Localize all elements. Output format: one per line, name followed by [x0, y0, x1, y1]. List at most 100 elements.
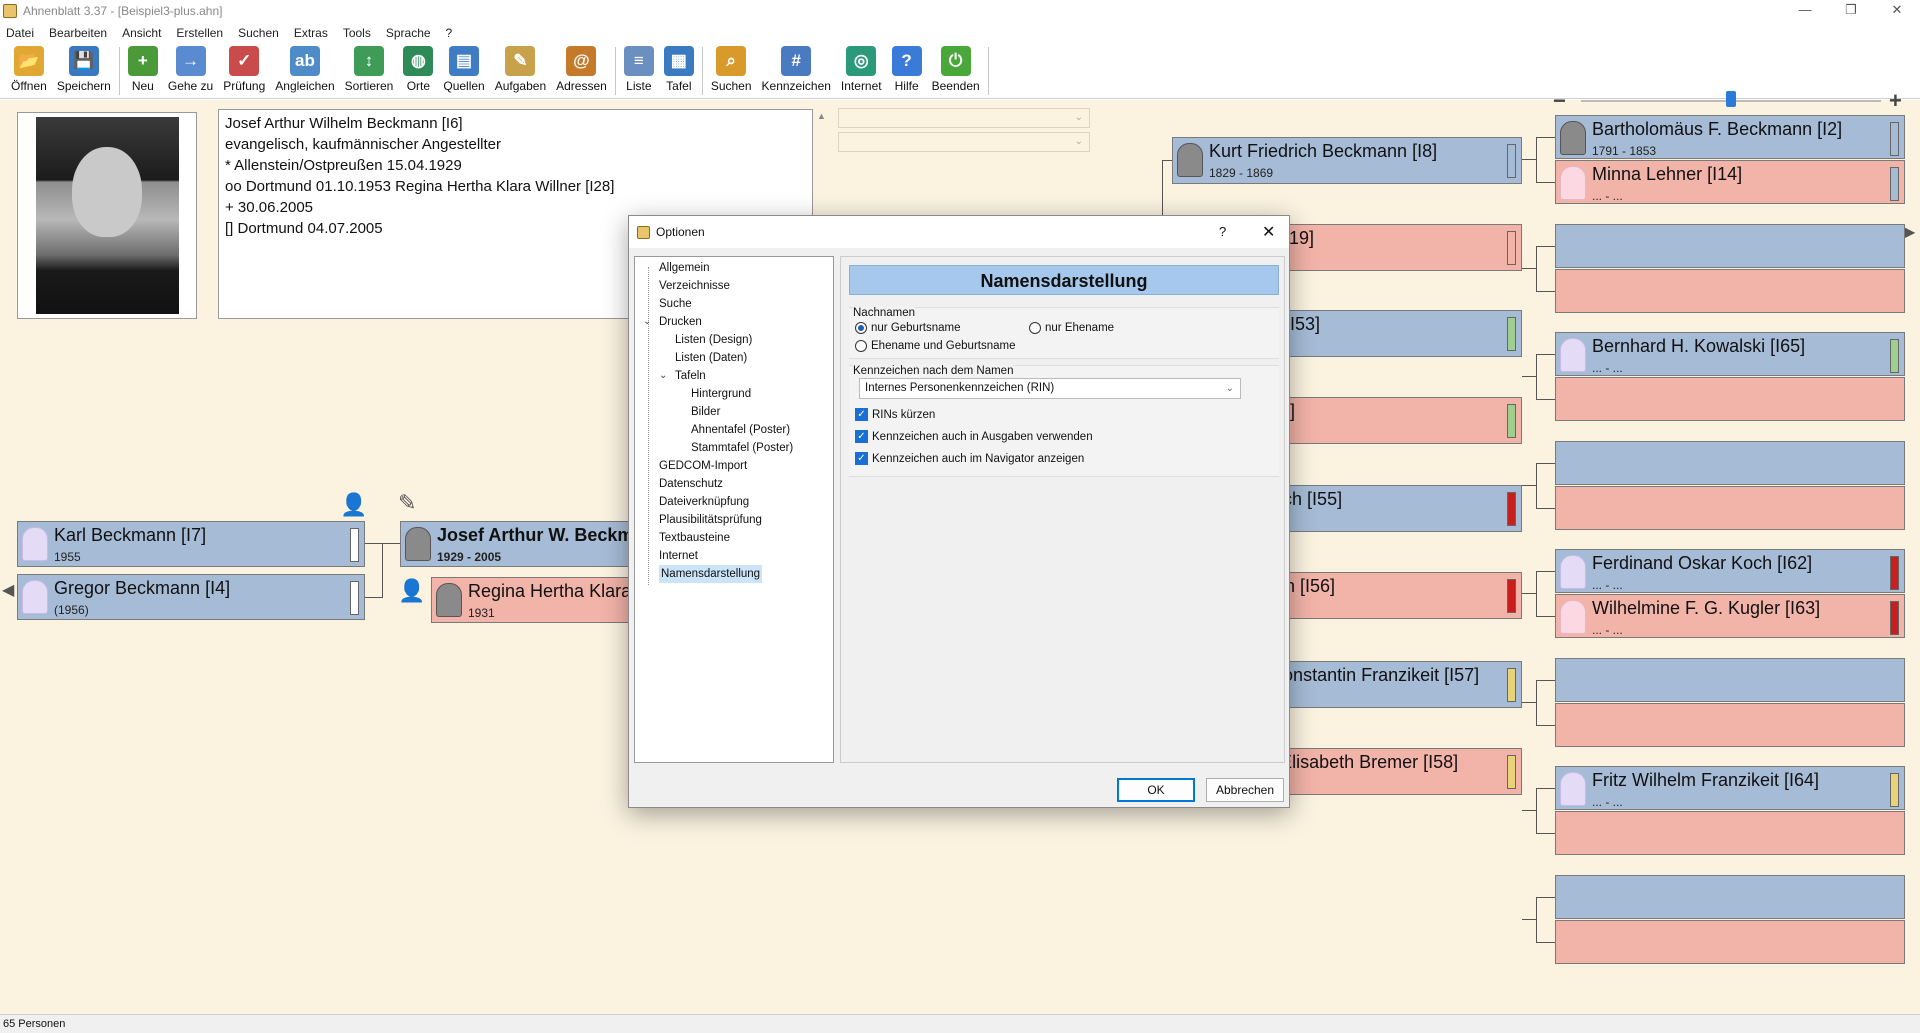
kennzeichen-select[interactable]: Internes Personenkennzeichen (RIN) ⌄ — [859, 378, 1241, 399]
restore-button[interactable]: ❐ — [1828, 0, 1874, 22]
nav-item-listen-daten-[interactable]: Listen (Daten) — [635, 349, 833, 367]
nav-item-tafeln[interactable]: ⌄ Tafeln — [635, 367, 833, 385]
add-person-icon[interactable]: 👤 — [340, 492, 367, 518]
nav-item-label: Allgemein — [659, 262, 710, 274]
toolbar-button-kennzeichen[interactable]: # Kennzeichen — [757, 43, 836, 97]
menu-tools[interactable]: Tools — [343, 26, 371, 40]
menu-bearbeiten[interactable]: Bearbeiten — [49, 26, 107, 40]
toolbar-button-beenden[interactable]: ⏻ Beenden — [927, 43, 985, 97]
person-card[interactable]: Wilhelmine F. G. Kugler [I63] ... - ... — [1555, 594, 1905, 638]
nav-item-bilder[interactable]: Bilder — [635, 403, 833, 421]
person-photo[interactable] — [17, 112, 197, 319]
person-card[interactable]: Fritz Wilhelm Franzikeit [I64] ... - ... — [1555, 766, 1905, 810]
nav-item-verzeichnisse[interactable]: Verzeichnisse — [635, 277, 833, 295]
zoom-in-button[interactable]: + — [1889, 88, 1902, 114]
person-card[interactable]: Karl Beckmann [I7] 1955 — [17, 521, 365, 567]
person-card[interactable] — [1555, 875, 1905, 919]
nav-item-dateiverknüpfung[interactable]: Dateiverknüpfung — [635, 493, 833, 511]
nav-item-drucken[interactable]: ⌄ Drucken — [635, 313, 833, 331]
toolbar-button-orte[interactable]: ◍ Orte — [398, 43, 438, 97]
status-bar-indicator — [1507, 317, 1516, 351]
person-name: Gregor Beckmann [I4] — [54, 578, 231, 598]
status-person-count: 65 Personen — [3, 1018, 66, 1030]
person-card[interactable]: Kurt Friedrich Beckmann [I8] 1829 - 1869 — [1172, 137, 1522, 184]
toolbar-button-aufgaben[interactable]: ✎ Aufgaben — [490, 43, 551, 97]
nav-item-listen-design-[interactable]: Listen (Design) — [635, 331, 833, 349]
tree-connector-line — [1536, 725, 1555, 726]
person-card[interactable] — [1555, 441, 1905, 485]
radio-ehename-und-geburtsname[interactable]: Ehename und Geburtsname — [855, 340, 1015, 352]
person-photo-thumb — [1177, 143, 1203, 177]
nav-item-hintergrund[interactable]: Hintergrund — [635, 385, 833, 403]
radio-nur-geburtsname[interactable]: nur Geburtsname — [855, 322, 961, 334]
nav-item-gedcom-import[interactable]: GEDCOM-Import — [635, 457, 833, 475]
person-card[interactable]: Gregor Beckmann [I4] (1956) — [17, 574, 365, 620]
menu-help[interactable]: ? — [446, 26, 453, 40]
nav-item-namensdarstellung[interactable]: Namensdarstellung — [635, 565, 833, 583]
toolbar-separator — [614, 47, 616, 95]
expand-chevron-icon[interactable]: ⌄ — [659, 367, 667, 385]
dialog-close-button[interactable]: ✕ — [1262, 222, 1275, 242]
scroll-left-arrow-icon[interactable]: ◀ — [2, 580, 14, 600]
add-partner-icon[interactable]: 👤 — [398, 578, 425, 604]
checkbox-kennzeichen-navigator[interactable]: ✓ Kennzeichen auch im Navigator anzeigen — [855, 452, 1084, 465]
zoom-slider-thumb[interactable] — [1726, 91, 1736, 107]
dialog-title-bar: Optionen ? ✕ — [629, 216, 1289, 248]
radio-nur-ehename[interactable]: nur Ehename — [1029, 322, 1114, 334]
toolbar-button-quellen[interactable]: ▤ Quellen — [438, 43, 489, 97]
person-card[interactable] — [1555, 920, 1905, 964]
toolbar-button-öffnen[interactable]: 📂 Öffnen — [6, 43, 52, 97]
nav-item-internet[interactable]: Internet — [635, 547, 833, 565]
toolbar-button-hilfe[interactable]: ? Hilfe — [887, 43, 927, 97]
nav-item-plausibilitätsprüfung[interactable]: Plausibilitätsprüfung — [635, 511, 833, 529]
person-card[interactable]: Ferdinand Oskar Koch [I62] ... - ... — [1555, 549, 1905, 593]
scroll-up-icon[interactable]: ▲ — [814, 111, 829, 121]
menu-sprache[interactable]: Sprache — [386, 26, 431, 40]
nav-item-suche[interactable]: Suche — [635, 295, 833, 313]
checkbox-kennzeichen-ausgaben[interactable]: ✓ Kennzeichen auch in Ausgaben verwenden — [855, 430, 1093, 443]
person-card[interactable] — [1555, 658, 1905, 702]
toolbar-button-sortieren[interactable]: ↕ Sortieren — [340, 43, 399, 97]
minimize-button[interactable]: — — [1782, 0, 1828, 22]
toolbar-button-internet[interactable]: ◎ Internet — [836, 43, 887, 97]
person-card[interactable]: Bartholomäus F. Beckmann [I2] 1791 - 1853 — [1555, 115, 1905, 159]
nav-item-label: Bilder — [691, 406, 721, 418]
combo-filter-2[interactable]: ⌄ — [838, 132, 1090, 152]
menu-ansicht[interactable]: Ansicht — [122, 26, 161, 40]
toolbar-button-adressen[interactable]: @ Adressen — [551, 43, 612, 97]
person-card[interactable]: Bernhard H. Kowalski [I65] ... - ... — [1555, 332, 1905, 376]
dialog-help-button[interactable]: ? — [1219, 224, 1226, 239]
toolbar-button-angleichen[interactable]: ab Angleichen — [270, 43, 339, 97]
menu-erstellen[interactable]: Erstellen — [176, 26, 223, 40]
edit-pencil-icon[interactable]: ✎ — [398, 490, 416, 516]
toolbar-button-suchen[interactable]: ⌕ Suchen — [706, 43, 757, 97]
toolbar-button-prüfung[interactable]: ✓ Prüfung — [218, 43, 270, 97]
menu-datei[interactable]: Datei — [6, 26, 34, 40]
toolbar-button-gehe-zu[interactable]: → Gehe zu — [163, 43, 218, 97]
menu-suchen[interactable]: Suchen — [238, 26, 279, 40]
menu-extras[interactable]: Extras — [294, 26, 328, 40]
nav-item-datenschutz[interactable]: Datenschutz — [635, 475, 833, 493]
person-card[interactable] — [1555, 811, 1905, 855]
cancel-button[interactable]: Abbrechen — [1206, 778, 1284, 802]
zoom-out-button[interactable]: − — [1553, 88, 1566, 114]
toolbar-button-tafel[interactable]: ▦ Tafel — [659, 43, 699, 97]
toolbar-button-liste[interactable]: ≡ Liste — [619, 43, 659, 97]
person-card[interactable] — [1555, 703, 1905, 747]
person-card[interactable]: Minna Lehner [I14] ... - ... — [1555, 160, 1905, 204]
person-card[interactable] — [1555, 377, 1905, 421]
nav-item-ahnentafel-poster-[interactable]: Ahnentafel (Poster) — [635, 421, 833, 439]
close-window-button[interactable]: ✕ — [1874, 0, 1920, 22]
person-card[interactable] — [1555, 269, 1905, 313]
nav-item-textbausteine[interactable]: Textbausteine — [635, 529, 833, 547]
person-card[interactable] — [1555, 224, 1905, 268]
combo-filter-1[interactable]: ⌄ — [838, 108, 1090, 128]
toolbar-button-speichern[interactable]: 💾 Speichern — [52, 43, 116, 97]
expand-chevron-icon[interactable]: ⌄ — [643, 313, 651, 331]
nav-item-allgemein[interactable]: Allgemein — [635, 259, 833, 277]
toolbar-button-neu[interactable]: + Neu — [123, 43, 163, 97]
nav-item-stammtafel-poster-[interactable]: Stammtafel (Poster) — [635, 439, 833, 457]
checkbox-rins-kuerzen[interactable]: ✓ RINs kürzen — [855, 408, 935, 421]
person-card[interactable] — [1555, 486, 1905, 530]
ok-button[interactable]: OK — [1117, 778, 1195, 802]
